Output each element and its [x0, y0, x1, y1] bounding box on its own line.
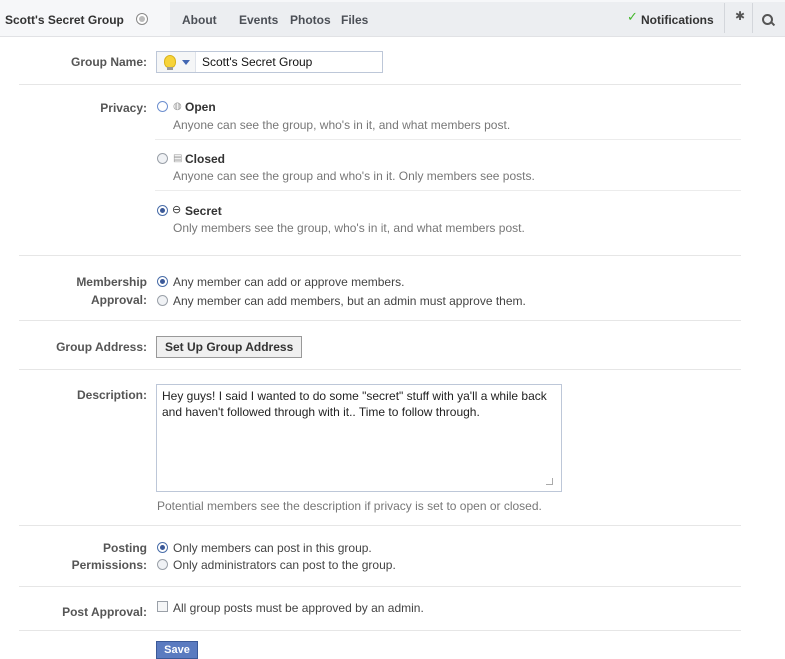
- privacy-closed-title: Closed: [185, 152, 226, 166]
- group-name-input[interactable]: Scott's Secret Group: [202, 55, 312, 69]
- divider: [155, 190, 741, 191]
- divider: [19, 255, 741, 256]
- chevron-down-icon: [182, 60, 190, 65]
- group-address-label: Group Address:: [56, 340, 147, 354]
- resize-handle-icon[interactable]: [546, 478, 553, 485]
- description-textarea[interactable]: Hey guys! I said I wanted to do some "se…: [156, 384, 562, 492]
- group-name-field[interactable]: Scott's Secret Group: [156, 51, 383, 73]
- privacy-secret-desc: Only members see the group, who's in it,…: [173, 221, 525, 235]
- privacy-open-title: Open: [185, 100, 216, 114]
- post-approval-label: Post Approval:: [62, 605, 147, 619]
- group-icon-picker[interactable]: [157, 52, 196, 72]
- membership-admin-radio[interactable]: [157, 295, 168, 306]
- membership-any-radio[interactable]: [157, 276, 168, 287]
- group-nav-bar: Scott's Secret Group About Events Photos…: [0, 0, 785, 37]
- divider: [155, 139, 741, 140]
- tab-events[interactable]: Events: [239, 13, 278, 27]
- globe-icon: [136, 13, 148, 25]
- posting-label-line2: Permissions:: [71, 558, 147, 572]
- privacy-open-desc: Anyone can see the group, who's in it, a…: [173, 118, 511, 132]
- post-approval-checkbox[interactable]: [157, 601, 168, 612]
- posting-label-line1: Posting: [103, 541, 147, 555]
- description-hint: Potential members see the description if…: [157, 499, 542, 513]
- divider: [724, 3, 725, 33]
- privacy-secret-title: Secret: [185, 204, 222, 218]
- membership-label-line2: Approval:: [90, 293, 147, 307]
- tab-about[interactable]: About: [182, 13, 217, 27]
- set-up-group-address-button[interactable]: Set Up Group Address: [156, 336, 303, 358]
- post-approval-text: All group posts must be approved by an a…: [173, 601, 424, 615]
- posting-members-text: Only members can post in this group.: [173, 541, 372, 555]
- membership-any-text: Any member can add or approve members.: [173, 275, 405, 289]
- divider: [19, 320, 741, 321]
- notifications-button[interactable]: Notifications: [641, 13, 714, 27]
- posting-members-radio[interactable]: [157, 542, 168, 553]
- search-icon[interactable]: [762, 14, 773, 25]
- group-title[interactable]: Scott's Secret Group: [5, 13, 124, 27]
- divider: [19, 630, 741, 631]
- save-button[interactable]: Save: [156, 641, 198, 659]
- checkmark-icon: ✓: [627, 9, 638, 24]
- divider: [19, 84, 741, 85]
- membership-label-line1: Membership: [76, 275, 147, 289]
- privacy-open-radio[interactable]: [157, 101, 168, 112]
- divider: [752, 3, 753, 33]
- privacy-label: Privacy:: [100, 101, 147, 115]
- privacy-closed-radio[interactable]: [157, 153, 168, 164]
- tab-files[interactable]: Files: [341, 13, 368, 27]
- divider: [19, 369, 741, 370]
- lock-icon: ▤: [173, 153, 183, 164]
- membership-admin-text: Any member can add members, but an admin…: [173, 294, 526, 308]
- gear-icon[interactable]: ✱: [735, 9, 745, 23]
- privacy-secret-radio[interactable]: [157, 205, 168, 216]
- secret-icon: ⊖: [172, 204, 182, 216]
- posting-admins-text: Only administrators can post to the grou…: [173, 558, 396, 572]
- description-label: Description:: [76, 388, 147, 402]
- globe-icon: ◍: [173, 101, 182, 112]
- tab-photos[interactable]: Photos: [290, 13, 331, 27]
- lightbulb-icon: [164, 55, 176, 70]
- group-name-label: Group Name:: [70, 55, 147, 69]
- posting-admins-radio[interactable]: [157, 559, 168, 570]
- privacy-closed-desc: Anyone can see the group and who's in it…: [173, 169, 535, 183]
- divider: [19, 525, 741, 526]
- divider: [19, 586, 741, 587]
